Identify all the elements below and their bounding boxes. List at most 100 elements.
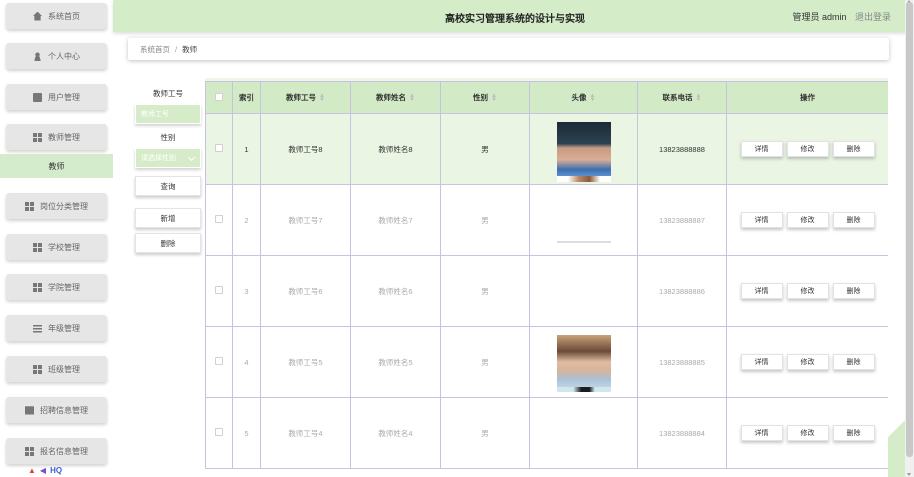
column-header-actions: 操作 — [726, 81, 888, 114]
detail-button[interactable]: 详情 — [740, 141, 783, 157]
page-scrollbar[interactable] — [905, 0, 914, 477]
sidebar-item-label: 学校管理 — [48, 242, 80, 252]
grid-icon — [33, 282, 42, 292]
delete-button[interactable]: 删除 — [832, 212, 875, 228]
detail-button[interactable]: 详情 — [740, 354, 783, 370]
sort-icon[interactable]: ▲ ▼ — [590, 93, 596, 103]
cell-gender: 男 — [440, 113, 530, 185]
grid-icon — [25, 446, 34, 456]
decorative-corner — [888, 380, 905, 477]
sidebar-item-label: 系统首页 — [48, 11, 80, 21]
column-header-teacher-name[interactable]: 教师姓名 ▲ ▼ — [350, 81, 441, 114]
edit-button[interactable]: 修改 — [786, 354, 829, 370]
row-checkbox[interactable] — [215, 215, 223, 223]
detail-button[interactable]: 详情 — [740, 212, 783, 228]
cell-phone: 13823888888 — [637, 113, 727, 185]
sidebar-item-teachers[interactable]: 教师管理 — [6, 124, 107, 150]
sidebar-item-colleges[interactable]: 学院管理 — [6, 274, 107, 300]
detail-button[interactable]: 详情 — [740, 283, 783, 299]
sidebar-item-recruitment[interactable]: 招聘信息管理 — [6, 397, 107, 423]
teacher-id-input[interactable]: 教师工号 — [135, 104, 201, 124]
sidebar-item-label: 学院管理 — [48, 282, 80, 292]
column-header-avatar[interactable]: 头像 ▲ ▼ — [529, 81, 638, 114]
table-row[interactable]: 2 教师工号7 教师姓名7 男 13823888887 详情 修改 删除 — [205, 176, 888, 256]
sidebar: 系统首页 个人中心 用户管理 教师管理 教师 岗位分类管理 学校管理 学院管理 … — [0, 0, 113, 477]
cell-phone: 13823888887 — [637, 184, 727, 256]
sort-icon[interactable]: ▲ ▼ — [491, 93, 497, 103]
sidebar-item-label: 报名信息管理 — [40, 446, 88, 456]
edit-button[interactable]: 修改 — [786, 283, 829, 299]
sidebar-item-label: 班级管理 — [48, 364, 80, 374]
breadcrumb-separator: / — [175, 44, 178, 54]
cell-teacher-name: 教师姓名8 — [350, 113, 441, 185]
row-checkbox[interactable] — [215, 286, 223, 294]
delete-button[interactable]: 删除 — [832, 141, 875, 157]
row-checkbox[interactable] — [215, 357, 223, 365]
logo-text: HQ — [50, 466, 63, 475]
home-icon — [33, 11, 42, 21]
edit-button[interactable]: 修改 — [786, 425, 829, 441]
sidebar-item-home[interactable]: 系统首页 — [6, 3, 107, 29]
avatar[interactable] — [556, 387, 611, 392]
grid-icon — [33, 364, 42, 374]
column-header-phone[interactable]: 联系电话 ▲ ▼ — [637, 81, 727, 114]
avatar[interactable] — [556, 241, 611, 243]
row-checkbox[interactable] — [215, 144, 223, 152]
cell-phone: 13823888886 — [637, 255, 727, 327]
query-button[interactable]: 查询 — [135, 176, 201, 196]
edit-button[interactable]: 修改 — [786, 141, 829, 157]
cell-index: 5 — [232, 397, 261, 469]
cell-gender: 男 — [440, 184, 530, 256]
table-row[interactable]: 1 教师工号8 教师姓名8 男 13823888888 详情 修改 删除 — [205, 113, 888, 185]
select-all-cell — [205, 81, 233, 114]
avatar[interactable] — [556, 176, 611, 182]
breadcrumb-home[interactable]: 系统首页 — [140, 44, 170, 55]
select-all-checkbox[interactable] — [215, 92, 223, 101]
cell-index: 1 — [232, 113, 261, 185]
cell-teacher-id: 教师工号8 — [260, 113, 351, 185]
sidebar-item-schools[interactable]: 学校管理 — [6, 234, 107, 260]
sidebar-item-profile[interactable]: 个人中心 — [6, 43, 107, 69]
sort-icon[interactable]: ▲ ▼ — [319, 93, 325, 103]
user-info: 管理员 admin 退出登录 — [792, 10, 891, 23]
cell-index: 3 — [232, 255, 261, 327]
cell-teacher-name: 教师姓名4 — [350, 397, 441, 469]
sidebar-item-classes[interactable]: 班级管理 — [6, 356, 107, 382]
edit-button[interactable]: 修改 — [786, 212, 829, 228]
table-header-row: 索引 教师工号 ▲ ▼ 教师姓名 ▲ ▼ 性别 ▲ ▼ 头像 ▲ ▼ 联系电话 ▲ ▼ 操作 — [205, 81, 888, 114]
red-logo-icon: ▲ — [28, 466, 36, 475]
table-row[interactable]: 3 教师工号6 教师姓名6 男 13823888886 详情 修改 删除 — [205, 241, 888, 327]
cell-teacher-id: 教师工号6 — [260, 255, 351, 327]
row-checkbox[interactable] — [215, 428, 223, 436]
scroll-down-icon[interactable] — [907, 473, 911, 476]
cell-teacher-id: 教师工号4 — [260, 397, 351, 469]
grid-icon — [25, 201, 34, 211]
delete-button[interactable]: 删除 — [832, 283, 875, 299]
sidebar-item-grades[interactable]: 年级管理 — [6, 315, 107, 341]
delete-button[interactable]: 删除 — [832, 425, 875, 441]
column-header-gender[interactable]: 性别 ▲ ▼ — [440, 81, 530, 114]
sidebar-item-job-category[interactable]: 岗位分类管理 — [6, 193, 107, 219]
bulk-delete-button[interactable]: 删除 — [135, 233, 201, 253]
app-title: 高校实习管理系统的设计与实现 — [445, 14, 585, 25]
gender-select[interactable]: 请选择性别 — [135, 148, 201, 168]
sort-icon[interactable]: ▲ ▼ — [696, 93, 702, 103]
logout-link[interactable]: 退出登录 — [855, 12, 891, 22]
breadcrumb-current: 教师 — [182, 44, 198, 54]
column-header-teacher-id[interactable]: 教师工号 ▲ ▼ — [260, 81, 351, 114]
sidebar-item-applications[interactable]: 报名信息管理 — [6, 438, 107, 464]
table-row[interactable]: 4 教师工号5 教师姓名5 男 13823888885 详情 修改 删除 — [205, 326, 888, 398]
add-button[interactable]: 新增 — [135, 208, 201, 228]
avatar[interactable] — [556, 335, 611, 389]
id-card-icon — [33, 92, 42, 102]
table-row[interactable]: 5 教师工号4 教师姓名4 男 13823888884 详情 修改 删除 — [205, 387, 888, 469]
sort-icon[interactable]: ▲ ▼ — [409, 93, 415, 103]
detail-button[interactable]: 详情 — [740, 425, 783, 441]
current-user: 管理员 admin — [792, 12, 847, 22]
delete-button[interactable]: 删除 — [832, 354, 875, 370]
avatar[interactable] — [556, 122, 611, 176]
sidebar-subitem-teacher[interactable]: 教师 — [0, 154, 113, 178]
scrollbar-thumb[interactable] — [906, 2, 913, 457]
sidebar-item-users[interactable]: 用户管理 — [6, 84, 107, 110]
cell-phone: 13823888884 — [637, 397, 727, 469]
